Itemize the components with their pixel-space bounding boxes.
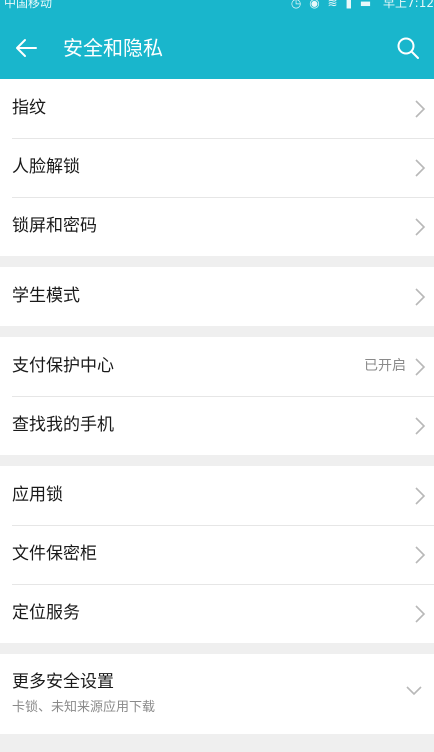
setting-find-my-phone[interactable]: 查找我的手机	[0, 396, 434, 455]
settings-group-payment: 支付保护中心 已开启 查找我的手机	[0, 337, 434, 455]
setting-more-security[interactable]: 更多安全设置 卡锁、未知来源应用下载	[0, 654, 434, 734]
setting-subtitle: 卡锁、未知来源应用下载	[12, 700, 156, 715]
back-button[interactable]	[8, 30, 44, 66]
settings-group-apps: 应用锁 文件保密柜 定位服务	[0, 466, 434, 643]
status-time: 早上7:12	[383, 0, 434, 10]
status-bar: 中国移动 ◷ ◉ ≋ ▮ ▬ 早上7:12	[0, 0, 434, 16]
top-bar: 中国移动 ◷ ◉ ≋ ▮ ▬ 早上7:12 安全和隐私	[0, 0, 434, 79]
chevron-right-icon	[415, 159, 426, 177]
status-right: ◷ ◉ ≋ ▮ ▬ 早上7:12	[291, 0, 434, 9]
setting-label: 应用锁	[12, 485, 63, 505]
status-icons: ◷ ◉ ≋ ▮ ▬	[291, 0, 373, 9]
setting-file-safe[interactable]: 文件保密柜	[0, 525, 434, 584]
chevron-right-icon	[415, 218, 426, 236]
setting-label: 查找我的手机	[12, 415, 114, 435]
setting-payment-protection[interactable]: 支付保护中心 已开启	[0, 337, 434, 396]
setting-app-lock[interactable]: 应用锁	[0, 466, 434, 525]
setting-status-value: 已开启	[364, 358, 406, 374]
chevron-down-icon	[406, 686, 422, 696]
settings-group-student: 学生模式	[0, 267, 434, 326]
app-bar: 安全和隐私	[0, 22, 434, 74]
setting-fingerprint[interactable]: 指纹	[0, 79, 434, 138]
chevron-right-icon	[415, 487, 426, 505]
setting-label: 支付保护中心	[12, 356, 114, 376]
setting-lock-screen-password[interactable]: 锁屏和密码	[0, 197, 434, 256]
alarm-icon: ◷	[290, 0, 304, 10]
chevron-right-icon	[415, 100, 426, 118]
setting-face-unlock[interactable]: 人脸解锁	[0, 138, 434, 197]
signal-icon: ▮	[345, 0, 355, 10]
setting-label: 指纹	[12, 98, 46, 118]
setting-label: 文件保密柜	[12, 544, 97, 564]
back-arrow-icon	[16, 39, 37, 57]
setting-label: 定位服务	[12, 603, 80, 623]
setting-student-mode[interactable]: 学生模式	[0, 267, 434, 326]
chevron-right-icon	[415, 417, 426, 435]
eye-icon: ◉	[309, 0, 322, 10]
setting-label: 锁屏和密码	[12, 216, 97, 236]
setting-label: 人脸解锁	[12, 157, 80, 177]
battery-icon: ▬	[359, 0, 374, 10]
chevron-right-icon	[415, 288, 426, 306]
page-title: 安全和隐私	[63, 36, 163, 60]
settings-group-more: 更多安全设置 卡锁、未知来源应用下载	[0, 654, 434, 734]
chevron-right-icon	[415, 605, 426, 623]
setting-label: 更多安全设置	[12, 672, 114, 692]
setting-label: 学生模式	[12, 286, 80, 306]
chevron-right-icon	[415, 546, 426, 564]
chevron-right-icon	[415, 358, 426, 376]
search-button[interactable]	[390, 30, 426, 66]
settings-group-security: 指纹 人脸解锁 锁屏和密码	[0, 79, 434, 256]
wifi-icon: ≋	[327, 0, 340, 10]
search-icon	[397, 37, 419, 59]
setting-location-service[interactable]: 定位服务	[0, 584, 434, 643]
carrier-name: 中国移动	[4, 0, 53, 10]
